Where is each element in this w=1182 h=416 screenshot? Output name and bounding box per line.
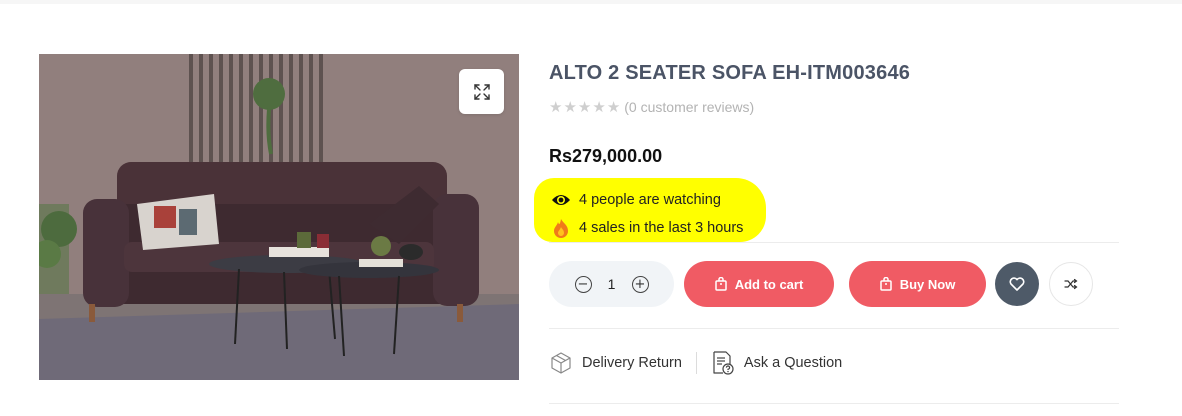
divider [549, 328, 1119, 329]
star-icon: ★ [592, 98, 606, 116]
ask-question-label: Ask a Question [743, 355, 843, 371]
ask-question-link[interactable]: Ask a Question [711, 350, 842, 376]
sales-stat: 4 sales in the last 3 hours [551, 218, 743, 238]
rating-row: ★ ★ ★ ★ ★ (0 customer reviews) [549, 99, 754, 115]
product-image[interactable] [39, 54, 519, 380]
meta-separator [695, 352, 697, 374]
buy-now-button[interactable]: Buy Now [849, 261, 986, 307]
heart-icon [1009, 277, 1025, 291]
fire-icon [551, 218, 571, 238]
watching-text: 4 people are watching [579, 192, 721, 208]
product-price: Rs279,000.00 [549, 146, 663, 166]
product-summary: ALTO 2 SEATER SOFA EH-ITM003646 ★ ★ ★ ★ … [534, 0, 1119, 416]
divider [549, 403, 1119, 404]
bag-icon [714, 277, 727, 291]
zoom-button[interactable] [459, 69, 504, 114]
expand-icon [473, 83, 490, 100]
watching-stat: 4 people are watching [551, 190, 721, 210]
delivery-return-label: Delivery Return [582, 355, 682, 371]
delivery-return-link[interactable]: Delivery Return [549, 351, 682, 375]
wishlist-button[interactable] [995, 262, 1039, 306]
star-icon: ★ [549, 98, 563, 116]
quantity-stepper[interactable]: − 1 + [549, 261, 674, 307]
meta-links: Delivery Return Ask a Question [549, 350, 842, 376]
product-title: ALTO 2 SEATER SOFA EH-ITM003646 [549, 62, 911, 84]
star-icon: ★ [563, 98, 577, 116]
reviews-link[interactable]: (0 customer reviews) [624, 99, 754, 115]
bag-icon [879, 277, 892, 291]
compare-button[interactable] [1049, 262, 1093, 306]
eye-icon [551, 190, 571, 210]
star-icon: ★ [606, 98, 621, 116]
quantity-decrease-button[interactable]: − [574, 275, 592, 293]
add-to-cart-button[interactable]: Add to cart [684, 261, 834, 307]
star-rating: ★ ★ ★ ★ ★ [549, 100, 620, 115]
star-icon: ★ [577, 98, 592, 116]
quantity-input[interactable]: 1 [606, 276, 618, 292]
sofa-photo [39, 54, 519, 380]
box-icon [551, 352, 571, 374]
add-to-cart-label: Add to cart [734, 276, 804, 292]
sales-text: 4 sales in the last 3 hours [579, 220, 744, 236]
question-doc-icon [713, 351, 734, 375]
shuffle-icon [1064, 278, 1078, 290]
divider [549, 242, 1119, 243]
buy-now-label: Buy Now [899, 276, 956, 292]
quantity-increase-button[interactable]: + [631, 275, 649, 293]
